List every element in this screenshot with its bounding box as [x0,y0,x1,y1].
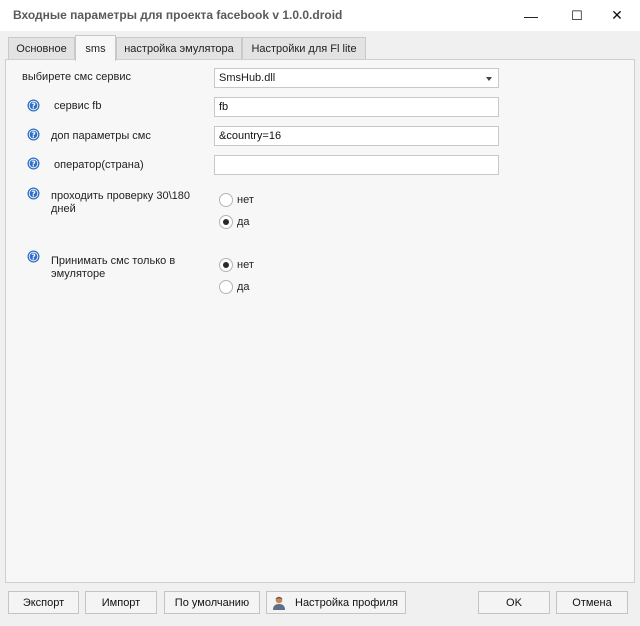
tab-fl-lite-settings[interactable]: Настройки для Fl lite [242,37,366,60]
ok-button[interactable]: OK [478,591,550,614]
default-button[interactable]: По умолчанию [164,591,260,614]
tab-bar: Основное sms настройка эмулятора Настрой… [0,35,640,61]
emulator-only-yes-label: да [237,281,250,293]
emulator-only-no-label: нет [237,259,254,271]
emulator-only-label: Принимать смс только в эмуляторе [51,255,176,280]
import-button[interactable]: Импорт [85,591,157,614]
sms-params-input[interactable]: &country=16 [214,126,499,146]
fb-service-input[interactable]: fb [214,97,499,117]
svg-text:?: ? [31,189,35,198]
profile-settings-label: Настройка профиля [295,596,398,609]
svg-text:?: ? [31,130,35,139]
emulator-only-yes-radio[interactable] [219,280,233,294]
user-icon [273,596,285,610]
help-icon[interactable]: ? [27,187,40,200]
minimize-button[interactable]: — [508,0,554,31]
emulator-only-no-radio[interactable] [219,258,233,272]
check-30-180-yes-label: да [237,216,250,228]
sms-params-label: доп параметры смс [51,130,151,142]
svg-text:?: ? [31,252,35,261]
svg-text:?: ? [31,101,35,110]
check-30-180-yes-radio[interactable] [219,215,233,229]
maximize-icon: ☐ [571,7,583,23]
close-icon: ✕ [611,7,623,23]
tab-sms[interactable]: sms [75,35,116,61]
operator-label: оператор(страна) [54,159,144,171]
check-30-180-label: проходить проверку 30\180 дней [51,190,190,215]
profile-settings-button[interactable]: Настройка профиля [266,591,406,614]
svg-text:?: ? [31,159,35,168]
help-icon[interactable]: ? [27,99,40,112]
sms-service-label: выбирете смс сервис [22,71,131,83]
check-30-180-no-label: нет [237,194,254,206]
minimize-icon: — [524,7,538,24]
export-button[interactable]: Экспорт [8,591,79,614]
sms-service-value: SmsHub.dll [219,72,276,84]
help-icon[interactable]: ? [27,250,40,263]
check-30-180-no-radio[interactable] [219,193,233,207]
cancel-button[interactable]: Отмена [556,591,628,614]
tab-emulator-settings[interactable]: настройка эмулятора [116,37,242,60]
fb-service-label: сервис fb [54,100,102,112]
help-icon[interactable]: ? [27,157,40,170]
close-button[interactable]: ✕ [594,0,640,31]
window-title: Входные параметры для проекта facebook v… [13,8,343,22]
sms-service-select[interactable]: SmsHub.dll [214,68,499,88]
operator-input[interactable] [214,155,499,175]
chevron-down-icon [486,77,492,81]
title-bar: Входные параметры для проекта facebook v… [0,0,640,31]
tab-main[interactable]: Основное [8,37,75,60]
help-icon[interactable]: ? [27,128,40,141]
